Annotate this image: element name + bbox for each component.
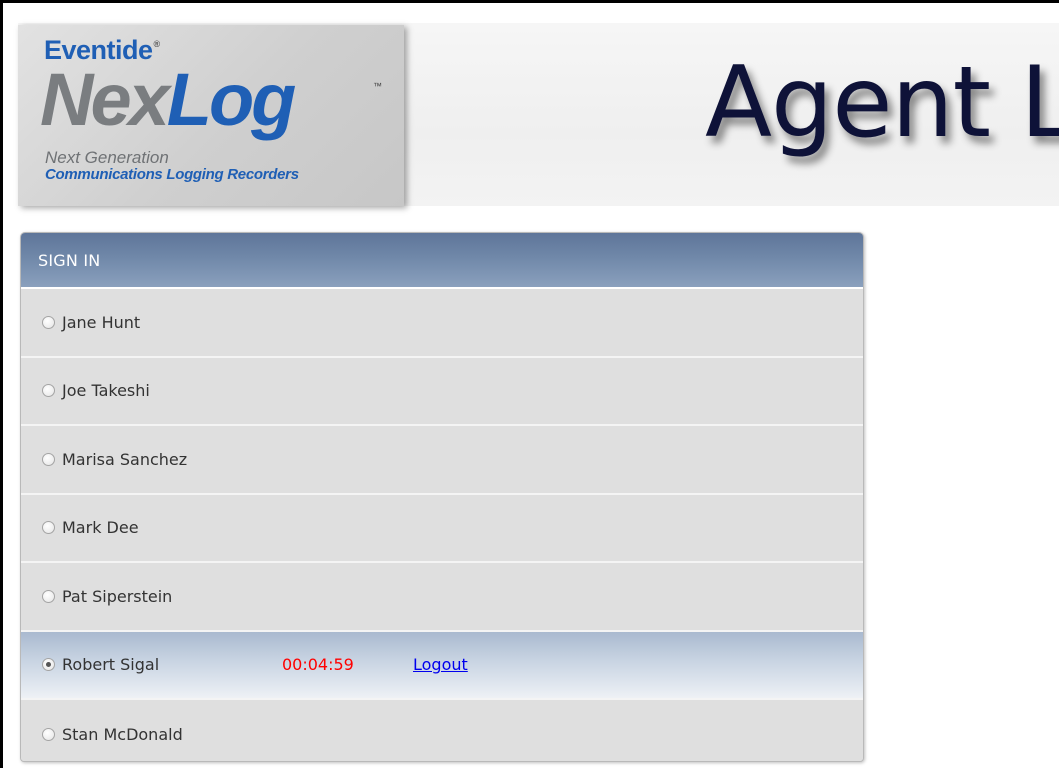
agent-name: Mark Dee [62,518,139,538]
app-frame: Eventide® NexLog ™ Next Generation Commu… [0,0,1059,768]
agent-name: Pat Siperstein [62,586,173,606]
agent-name: Joe Takeshi [62,381,150,401]
eventide-nexlog-logo: Eventide® NexLog ™ Next Generation Commu… [18,25,404,206]
agent-name: Jane Hunt [62,312,141,332]
agent-row-robert-sigal[interactable]: Robert Sigal 00:04:59 Logout [21,631,863,700]
radio-button[interactable] [42,589,55,603]
agent-name: Stan McDonald [62,724,183,744]
agent-row-jane-hunt[interactable]: Jane Hunt [21,289,863,358]
radio-button[interactable] [42,452,55,466]
agent-row-stan-mcdonald[interactable]: Stan McDonald [21,700,863,761]
radio-button[interactable] [42,315,55,329]
panel-header: SIGN IN [21,233,863,289]
agent-name: Robert Sigal [62,655,160,675]
agent-row-joe-takeshi[interactable]: Joe Takeshi [21,357,863,426]
logout-link[interactable]: Logout [413,655,468,674]
logo-tagline-line2: Communications Logging Recorders [45,166,299,183]
logo-product: NexLog [40,58,296,141]
agent-row-marisa-sanchez[interactable]: Marisa Sanchez [21,426,863,495]
agent-row-pat-siperstein[interactable]: Pat Siperstein [21,563,863,632]
radio-button[interactable] [42,727,55,741]
agent-row-mark-dee[interactable]: Mark Dee [21,494,863,563]
logo-tagline-line1: Next Generation [45,148,169,167]
session-timer: 00:04:59 [282,655,354,675]
agent-name: Marisa Sanchez [62,449,188,469]
page-title: Agent L [705,46,1059,160]
sign-in-panel: SIGN IN Jane Hunt Joe Takeshi Marisa San… [20,232,864,762]
radio-button[interactable] [42,521,55,535]
logo-trademark: ™ [373,81,382,91]
radio-button[interactable] [42,384,55,398]
panel-title: SIGN IN [38,250,101,270]
radio-button-selected[interactable] [42,658,55,672]
